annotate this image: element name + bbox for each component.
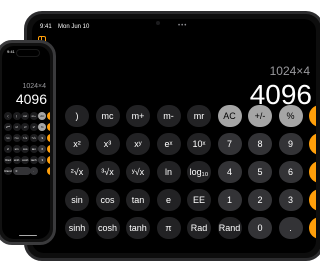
camera-icon	[156, 21, 160, 25]
iphone-key-5-1[interactable]: 0	[12, 167, 31, 175]
iphone-key-3-2[interactable]: cos	[21, 145, 30, 153]
iphone-key-1-0[interactable]: 2ⁿᵈ	[4, 123, 12, 131]
iphone-key-1-2[interactable]: x³	[21, 123, 30, 131]
iphone-key-4-2[interactable]: cosh	[21, 156, 30, 164]
iphone-key-2-2[interactable]: ³√x	[21, 134, 30, 142]
ipad-key-3-0[interactable]: sin	[65, 189, 89, 211]
ipad-expression-display: 1024×4	[269, 64, 310, 78]
iphone-key-4-1[interactable]: sinh	[12, 156, 21, 164]
ipad-key-2-3[interactable]: ln	[156, 161, 181, 183]
iphone-expression-display: 1024×4	[22, 83, 46, 90]
iphone-key-2-4[interactable]: 9	[38, 134, 47, 142]
ipad-key-1-8[interactable]: ×	[309, 133, 316, 155]
iphone-key-3-3[interactable]: tan	[29, 145, 38, 153]
ipad-key-0-5[interactable]: AC	[217, 105, 242, 127]
iphone-key-4-5[interactable]: =	[47, 156, 50, 164]
ipad-calculator-screen: 9:41 Mon Jun 10 ••• 1024×4 4 0 9 6 ) mc m+ m-m…	[32, 19, 316, 253]
iphone-key-1-5[interactable]: ×	[47, 123, 50, 131]
ipad-status-date: Mon Jun 10	[58, 24, 90, 30]
iphone-key-5-0[interactable]: Rand	[4, 167, 12, 175]
ipad-key-1-6[interactable]: 8	[248, 133, 272, 155]
ipad-key-1-3[interactable]: eˣ	[156, 133, 181, 155]
ipad-key-3-7[interactable]: 3	[278, 189, 303, 211]
ipad-key-1-4[interactable]: 10ˣ	[187, 133, 211, 155]
ipad-key-0-4[interactable]: mr	[187, 105, 211, 127]
ipad-key-0-1[interactable]: mc	[95, 105, 120, 127]
home-indicator	[19, 235, 37, 236]
iphone-key-0-3[interactable]: m+	[29, 112, 38, 120]
ipad-key-3-1[interactable]: cos	[95, 189, 120, 211]
iphone-result-display: 4096	[15, 91, 47, 107]
ipad-key-1-2[interactable]: xʸ	[126, 133, 150, 155]
iphone-key-0-4[interactable]: AC	[38, 112, 47, 120]
iphone-key-3-0[interactable]: x!	[4, 145, 12, 153]
ipad-key-4-1[interactable]: cosh	[95, 217, 120, 239]
iphone-key-3-1[interactable]: sin	[12, 145, 21, 153]
ipad-key-0-0[interactable]: )	[65, 105, 89, 127]
ipad-key-4-6[interactable]: 0	[248, 217, 272, 239]
multitasking-dots-icon[interactable]: •••	[178, 23, 187, 29]
ipad-key-4-5[interactable]: Rand	[217, 217, 242, 239]
ipad-key-0-2[interactable]: m+	[126, 105, 150, 127]
iphone-device: 9:41 1024×4 4096 ()mcm+AC÷ 2ⁿᵈx²x³xʸ%× ¹/x…	[0, 40, 56, 245]
ipad-key-4-2[interactable]: tanh	[126, 217, 150, 239]
iphone-key-4-4[interactable]: 3	[38, 156, 47, 164]
dynamic-island	[16, 49, 40, 57]
iphone-key-0-2[interactable]: mc	[21, 112, 30, 120]
ipad-device: 9:41 Mon Jun 10 ••• 1024×4 4096 ) mc m+ m-m…	[24, 11, 320, 261]
ipad-key-4-4[interactable]: Rad	[187, 217, 211, 239]
ipad-key-4-8[interactable]: =	[309, 217, 316, 239]
ipad-key-2-1[interactable]: ³√x	[95, 161, 120, 183]
ipad-key-2-8[interactable]: −	[309, 161, 316, 183]
ipad-key-3-3[interactable]: e	[156, 189, 181, 211]
ipad-status-time: 9:41	[40, 24, 52, 30]
iphone-key-2-5[interactable]: −	[47, 134, 50, 142]
ipad-key-2-4[interactable]: log₁₀	[187, 161, 211, 183]
iphone-key-4-3[interactable]: tanh	[29, 156, 38, 164]
iphone-key-5-2[interactable]: .	[29, 167, 38, 175]
ipad-key-3-4[interactable]: EE	[187, 189, 211, 211]
iphone-key-0-0[interactable]: (	[4, 112, 12, 120]
iphone-key-2-0[interactable]: ¹/x	[4, 134, 12, 142]
ipad-key-3-2[interactable]: tan	[126, 189, 150, 211]
ipad-key-3-8[interactable]: +	[309, 189, 316, 211]
ipad-key-3-5[interactable]: 1	[217, 189, 242, 211]
iphone-key-5-3[interactable]	[47, 167, 50, 175]
iphone-key-1-3[interactable]: xʸ	[29, 123, 38, 131]
iphone-key-2-3[interactable]: ʸ√x	[29, 134, 38, 142]
ipad-key-2-7[interactable]: 6	[278, 161, 303, 183]
iphone-key-4-0[interactable]: Rad	[4, 156, 12, 164]
ipad-key-4-3[interactable]: π	[156, 217, 181, 239]
iphone-calculator-screen: 9:41 1024×4 4096 ()mcm+AC÷ 2ⁿᵈx²x³xʸ%× ¹/x…	[2, 46, 50, 239]
ipad-key-1-1[interactable]: x³	[95, 133, 120, 155]
ipad-key-0-7[interactable]: %	[278, 105, 303, 127]
ipad-key-2-6[interactable]: 5	[248, 161, 272, 183]
ipad-key-4-7[interactable]: .	[278, 217, 303, 239]
iphone-key-1-1[interactable]: x²	[12, 123, 21, 131]
ipad-key-4-0[interactable]: sinh	[65, 217, 89, 239]
ipad-key-2-2[interactable]: ʸ√x	[126, 161, 150, 183]
iphone-key-1-4[interactable]: %	[38, 123, 47, 131]
iphone-key-0-1[interactable]: )	[12, 112, 21, 120]
iphone-key-2-1[interactable]: ²√x	[12, 134, 21, 142]
ipad-key-0-6[interactable]: +/-	[248, 105, 272, 127]
iphone-key-0-5[interactable]: ÷	[47, 112, 50, 120]
ipad-key-1-0[interactable]: x²	[65, 133, 89, 155]
iphone-key-3-4[interactable]: 6	[38, 145, 47, 153]
iphone-key-3-5[interactable]: +	[47, 145, 50, 153]
ipad-key-3-6[interactable]: 2	[248, 189, 272, 211]
ipad-key-2-0[interactable]: ²√x	[65, 161, 89, 183]
ipad-key-0-3[interactable]: m-	[156, 105, 181, 127]
ipad-key-2-5[interactable]: 4	[217, 161, 242, 183]
ipad-key-1-7[interactable]: 9	[278, 133, 303, 155]
ipad-key-1-5[interactable]: 7	[217, 133, 242, 155]
iphone-status-time: 9:41	[7, 49, 15, 54]
